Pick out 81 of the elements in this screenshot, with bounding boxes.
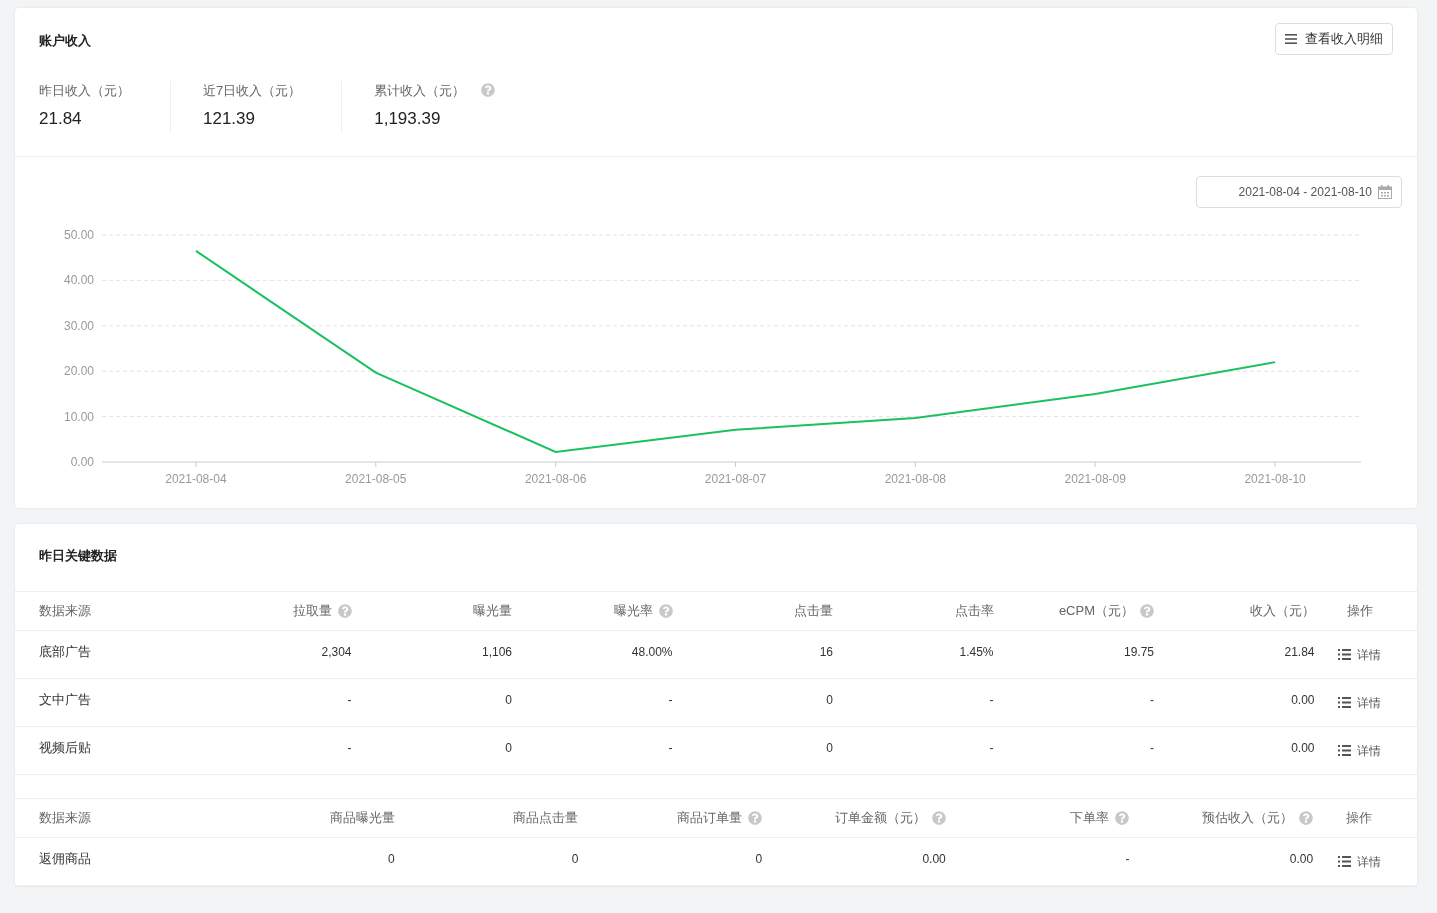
table-cell-text: 1,106 (481, 643, 512, 661)
axis-label: 10.00 (63, 409, 94, 424)
table-cell-text: - (668, 691, 673, 709)
table-cell-text: - (668, 739, 673, 757)
axis-label: 2021-08-08 (884, 471, 947, 486)
stat-label: 近7日收入（元） (203, 81, 302, 100)
table-cell-text: 0.00 (1291, 739, 1315, 757)
detail-link[interactable]: 详情 (1338, 645, 1382, 664)
detail-link[interactable]: 详情 (1338, 693, 1382, 712)
axis-label: 2021-08-10 (1244, 471, 1306, 486)
column-header: 数据来源 (39, 809, 91, 828)
column-header: 操作 (1346, 602, 1373, 621)
list-icon (1338, 697, 1352, 708)
card-title: 账户收入 (39, 32, 92, 50)
list-icon (1338, 745, 1352, 756)
column-header: 下单率 (1070, 809, 1110, 828)
table-cell-text: 21.84 (1284, 643, 1315, 661)
table-cell-text: - (1150, 739, 1154, 757)
table-cell-text: 16 (819, 643, 833, 661)
column-header: 商品曝光量 (329, 809, 395, 828)
table-cell-text: 返佣商品 (39, 849, 91, 868)
table-cell-text: 底部广告 (39, 642, 91, 661)
column-header: eCPM（元） (1058, 602, 1134, 621)
column-header: 预估收入（元） (1202, 809, 1294, 828)
column-header: 拉取量 (292, 602, 332, 621)
list-icon (1337, 856, 1351, 867)
stat-label: 昨日收入（元） (39, 81, 130, 100)
table-cell-text: 0 (388, 850, 395, 868)
table-cell-text: - (989, 739, 994, 757)
table-cell-text: - (1150, 691, 1154, 709)
table-cell-text: 19.75 (1123, 643, 1154, 661)
axis-label: 2021-08-05 (345, 471, 407, 486)
table-cell-text: 0.00 (922, 850, 946, 868)
table-cell-text: 0 (826, 739, 833, 757)
stat-value: 121.39 (203, 108, 256, 130)
table-cell-text: - (1125, 850, 1130, 868)
date-range-picker[interactable]: 2021-08-04 - 2021-08-10 (1196, 175, 1402, 208)
table-cell-text: 0 (826, 691, 833, 709)
table-cell-text: 视频后贴 (39, 738, 91, 757)
column-header: 收入（元） (1249, 602, 1315, 621)
calendar-icon (1378, 184, 1392, 199)
axis-label: 20.00 (63, 363, 94, 378)
axis-label: 30.00 (63, 318, 94, 333)
table-cell-text: - (347, 739, 352, 757)
axis-label: 2021-08-06 (524, 471, 587, 486)
column-header: 操作 (1346, 809, 1373, 828)
card-title: 昨日关键数据 (38, 546, 118, 565)
detail-link[interactable]: 详情 (1338, 741, 1382, 760)
table-cell-text: 0 (755, 850, 763, 868)
table-cell-text: - (347, 691, 352, 709)
axis-label: 2021-08-07 (704, 471, 767, 486)
axis-label: 50.00 (63, 227, 94, 242)
table-cell-text: - (989, 691, 994, 709)
column-header: 商品点击量 (513, 809, 579, 828)
stat-label: 累计收入（元） (374, 81, 466, 100)
stat-value: 21.84 (39, 108, 83, 130)
table-cell-text: 0 (505, 691, 512, 709)
column-header: 点击量 (794, 602, 833, 621)
table-cell-text: 0.00 (1289, 850, 1314, 868)
axis-label: 40.00 (63, 272, 94, 287)
column-header: 商品订单量 (677, 809, 743, 828)
list-icon (1338, 649, 1352, 660)
column-header: 曝光率 (613, 602, 653, 621)
stat-value: 1,193.39 (374, 108, 442, 130)
column-header: 曝光量 (473, 602, 512, 621)
table-cell-text: 1.45% (959, 643, 994, 661)
menu-icon (1285, 34, 1297, 44)
detail-button[interactable]: 查看收入明细 (1275, 23, 1393, 55)
table-cell-text: 文中广告 (39, 690, 91, 709)
column-header: 点击率 (954, 602, 994, 621)
axis-label: 2021-08-04 (165, 471, 227, 486)
table-cell-text: 2,304 (321, 643, 352, 661)
table-cell-text: 0 (571, 850, 579, 868)
column-header: 订单金额（元） (834, 809, 926, 828)
table-cell-text: 48.00% (631, 643, 673, 661)
axis-label: 2021-08-09 (1064, 471, 1126, 486)
column-header: 数据来源 (39, 602, 91, 621)
axis-label: 0.00 (70, 454, 94, 469)
table-cell-text: 0.00 (1291, 691, 1315, 709)
table-cell-text: 0 (505, 739, 512, 757)
detail-link[interactable]: 详情 (1337, 852, 1381, 871)
